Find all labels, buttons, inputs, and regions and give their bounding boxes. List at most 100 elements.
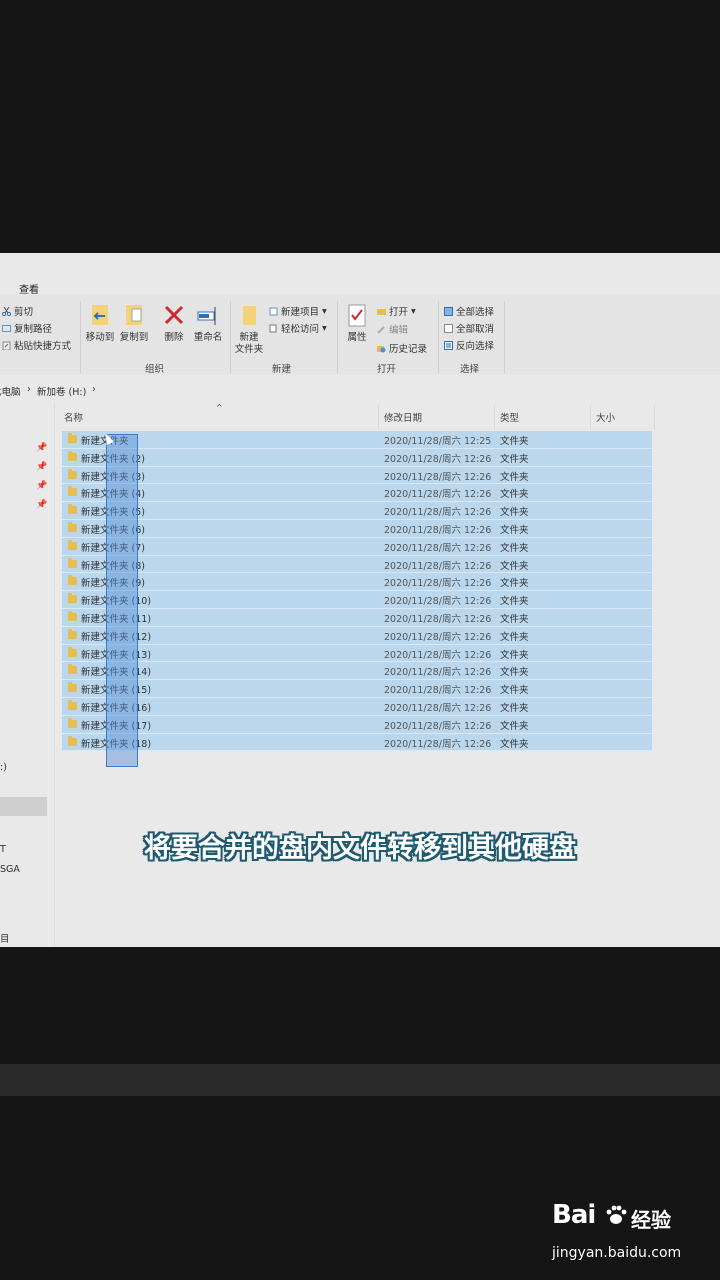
file-type: 文件夹 (500, 489, 529, 501)
file-type: 文件夹 (500, 738, 529, 750)
select-all-button[interactable]: 全部选择 (444, 304, 494, 318)
file-type: 文件夹 (500, 524, 529, 536)
nav-pane-divider[interactable] (54, 403, 55, 947)
address-bar[interactable]: 此电脑 › 新加卷 (H:) › (0, 375, 720, 401)
tab-view[interactable]: 查看 (19, 281, 39, 296)
column-divider[interactable] (378, 405, 379, 429)
folder-icon (68, 539, 77, 550)
file-date: 2020/11/28/周六 12:26 (384, 649, 492, 661)
group-divider (438, 301, 439, 373)
folder-icon (68, 521, 77, 532)
rename-button[interactable]: 重命名 (191, 303, 225, 344)
easy-access-icon (269, 324, 278, 333)
file-row[interactable]: 新建文件夹 (14) 2020/11/28/周六 12:26 文件夹 (62, 662, 652, 681)
delete-label: 删除 (164, 332, 184, 343)
pin-icon[interactable]: 📌 (36, 500, 47, 510)
new-item-label: 新建项目 (281, 307, 320, 318)
file-date: 2020/11/28/周六 12:26 (384, 560, 492, 572)
properties-button[interactable]: 属性 (342, 303, 372, 344)
file-date: 2020/11/28/周六 12:26 (384, 578, 492, 590)
status-bar-fragment: 目 (0, 934, 10, 945)
file-date: 2020/11/28/周六 12:26 (384, 738, 492, 750)
file-row[interactable]: 新建文件夹 (9) 2020/11/28/周六 12:26 文件夹 (62, 573, 652, 592)
select-none-button[interactable]: 全部取消 (444, 321, 494, 335)
cut-label: 剪切 (14, 307, 34, 318)
column-name[interactable]: 名称 (64, 410, 83, 424)
column-divider[interactable] (494, 405, 495, 429)
delete-button[interactable]: 删除 (158, 303, 190, 344)
folder-icon (68, 628, 77, 639)
paste-shortcut-icon (2, 341, 11, 350)
file-row[interactable]: 新建文件夹 (13) 2020/11/28/周六 12:26 文件夹 (62, 644, 652, 663)
folder-icon (68, 486, 77, 497)
scissors-icon (1, 306, 12, 316)
file-type: 文件夹 (500, 436, 529, 447)
pin-icon[interactable]: 📌 (36, 443, 47, 453)
column-date[interactable]: 修改日期 (384, 410, 422, 424)
copy-path-button[interactable]: 复制路径 (2, 321, 52, 335)
open-folder-icon (377, 307, 386, 316)
file-row[interactable]: 新建文件夹 (16) 2020/11/28/周六 12:26 文件夹 (62, 697, 652, 716)
column-type[interactable]: 类型 (500, 410, 519, 424)
invert-selection-button[interactable]: 反向选择 (444, 338, 494, 352)
copy-to-button[interactable]: 复制到 (118, 303, 150, 344)
history-label: 历史记录 (389, 344, 428, 355)
move-to-button[interactable]: 移动到 (84, 303, 116, 344)
pin-icon[interactable]: 📌 (36, 462, 47, 472)
nav-selected-item[interactable] (0, 797, 47, 816)
easy-access-button[interactable]: 轻松访问 ▾ (269, 321, 327, 335)
properties-icon (346, 303, 368, 329)
new-folder-label-1: 新建 (239, 332, 259, 343)
paste-shortcut-button[interactable]: 粘贴快捷方式 (2, 338, 71, 352)
file-row[interactable]: 新建文件夹 (6) 2020/11/28/周六 12:26 文件夹 (62, 519, 652, 538)
nav-drive-item[interactable]: :) (0, 762, 7, 773)
easy-access-label: 轻松访问 (281, 324, 320, 335)
new-folder-label-2: 文件夹 (234, 344, 264, 355)
file-type: 文件夹 (500, 453, 529, 465)
history-button[interactable]: 历史记录 (377, 341, 427, 355)
file-row[interactable]: 新建文件夹 (11) 2020/11/28/周六 12:26 文件夹 (62, 608, 652, 627)
file-row[interactable]: 新建文件夹 (7) 2020/11/28/周六 12:26 文件夹 (62, 537, 652, 556)
new-item-icon (269, 307, 278, 316)
file-date: 2020/11/28/周六 12:26 (384, 489, 492, 501)
edit-button[interactable]: 编辑 (377, 322, 408, 336)
move-to-icon (89, 303, 111, 329)
watermark-logo: Bai (552, 1200, 596, 1230)
file-type: 文件夹 (500, 685, 529, 697)
file-row[interactable]: 新建文件夹 (15) 2020/11/28/周六 12:26 文件夹 (62, 680, 652, 698)
file-type: 文件夹 (500, 578, 529, 590)
new-item-button[interactable]: 新建项目 ▾ (269, 304, 327, 318)
file-row[interactable]: 新建文件夹 (4) 2020/11/28/周六 12:26 文件夹 (62, 484, 652, 503)
nav-item-sga[interactable]: SGA (0, 864, 20, 875)
file-row[interactable]: 新建文件夹 (3) 2020/11/28/周六 12:26 文件夹 (62, 466, 652, 485)
file-date: 2020/11/28/周六 12:26 (384, 631, 492, 643)
paste-shortcut-label: 粘贴快捷方式 (14, 341, 72, 352)
select-all-label: 全部选择 (456, 307, 495, 318)
pin-icon[interactable]: 📌 (36, 481, 47, 491)
new-folder-button[interactable]: 新建 文件夹 (233, 303, 265, 356)
file-row[interactable]: 新建文件夹 (18) 2020/11/28/周六 12:26 文件夹 (62, 733, 652, 752)
file-row[interactable]: 新建文件夹 2020/11/28/周六 12:25 文件夹 (62, 431, 652, 449)
file-type: 文件夹 (500, 596, 529, 608)
column-header-row: ^ 名称 修改日期 类型 大小 (0, 403, 720, 429)
column-divider[interactable] (590, 405, 591, 429)
folder-icon (68, 664, 77, 675)
dropdown-arrow-icon: ▾ (411, 305, 416, 317)
move-to-label: 移动到 (85, 332, 115, 343)
file-row[interactable]: 新建文件夹 (12) 2020/11/28/周六 12:26 文件夹 (62, 626, 652, 645)
column-size[interactable]: 大小 (596, 410, 615, 424)
file-type: 文件夹 (500, 667, 529, 679)
file-row[interactable]: 新建文件夹 (2) 2020/11/28/周六 12:26 文件夹 (62, 448, 652, 467)
cut-button[interactable]: 剪切 (1, 304, 34, 318)
breadcrumb-drive[interactable]: 新加卷 (H:) (37, 384, 86, 398)
file-row[interactable]: 新建文件夹 (17) 2020/11/28/周六 12:26 文件夹 (62, 715, 652, 734)
watermark-logo-cn: 经验 (631, 1208, 671, 1232)
breadcrumb-this-pc[interactable]: 此电脑 (0, 384, 21, 398)
file-row[interactable]: 新建文件夹 (10) 2020/11/28/周六 12:26 文件夹 (62, 591, 652, 609)
file-row[interactable]: 新建文件夹 (8) 2020/11/28/周六 12:26 文件夹 (62, 555, 652, 574)
column-divider[interactable] (654, 405, 655, 429)
open-button[interactable]: 打开 ▾ (377, 304, 416, 318)
select-none-label: 全部取消 (456, 324, 495, 335)
file-row[interactable]: 新建文件夹 (5) 2020/11/28/周六 12:26 文件夹 (62, 502, 652, 520)
new-group-label: 新建 (272, 364, 292, 375)
